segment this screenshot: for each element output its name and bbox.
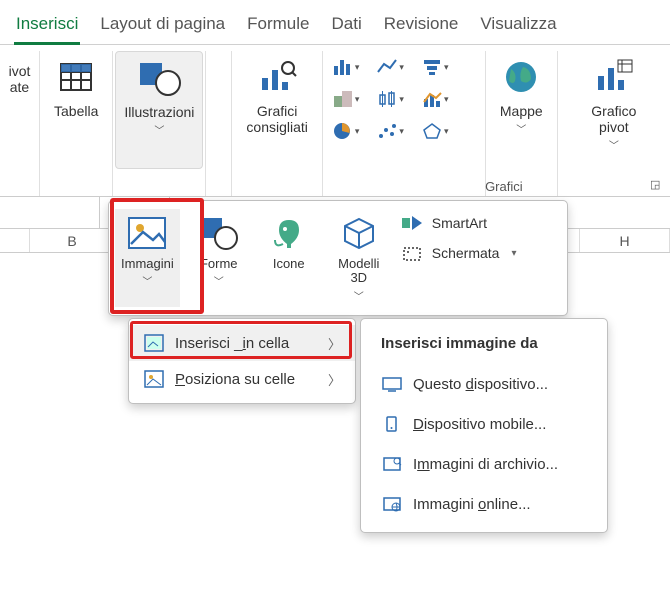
smartart-icon <box>400 213 424 233</box>
place-over-cells-icon <box>143 369 165 389</box>
col-header[interactable]: B <box>30 229 115 252</box>
globe-icon <box>501 57 541 97</box>
pictures-icon <box>127 213 167 253</box>
pivot-chart-icon <box>594 57 634 97</box>
shapes-icon <box>199 213 239 253</box>
tab-inserisci[interactable]: Inserisci <box>14 10 80 44</box>
dialog-launcher-icon[interactable]: ◲ <box>650 178 664 192</box>
icone-button[interactable]: Icone <box>258 209 320 307</box>
grafici-consigliati-button[interactable]: Grafici consigliati <box>238 51 315 139</box>
submenu-title: Inserisci immagine da <box>365 331 603 364</box>
ribbon-tabs: Inserisci Layout di pagina Formule Dati … <box>0 0 670 45</box>
group-spacer <box>206 51 232 196</box>
group-grafico-pivot: Grafico pivot ﹀ Grafici ◲ <box>558 51 670 196</box>
chart-line-button[interactable]: ▾ <box>373 55 408 79</box>
group-mappe: Mappe ﹀ <box>486 51 558 196</box>
immagini-archivio-item[interactable]: Immagini di archivio... <box>365 444 603 484</box>
row-col-corner[interactable] <box>0 229 30 252</box>
stock-images-icon <box>381 454 403 474</box>
device-icon <box>381 374 403 394</box>
group-label-grafici: Grafici <box>338 179 670 194</box>
chart-funnel-button[interactable]: ▾ <box>418 55 453 79</box>
scatter-chart-icon <box>377 121 397 141</box>
chevron-down-icon: ﹀ <box>214 273 224 288</box>
radar-chart-icon <box>422 121 442 141</box>
illustrazioni-button[interactable]: Illustrazioni ﹀ <box>115 51 203 169</box>
boxplot-icon <box>377 89 397 109</box>
grafico-pivot-button[interactable]: Grafico pivot ﹀ <box>583 51 644 156</box>
chevron-down-icon: ﹀ <box>354 288 364 303</box>
immagini-menu: Inserisci _in cella 〉 Posiziona su celle… <box>128 318 356 404</box>
chart-hierarchy-button[interactable]: ▾ <box>329 87 364 111</box>
chart-scatter-button[interactable]: ▾ <box>373 119 408 143</box>
smartart-button[interactable]: SmartArt <box>400 213 517 233</box>
submenu-arrow-icon: 〉 <box>328 370 341 389</box>
tab-revisione[interactable]: Revisione <box>382 10 461 44</box>
posiziona-su-celle-item[interactable]: Posiziona su celle 〉 <box>129 361 355 397</box>
column-chart-icon <box>333 57 353 77</box>
chart-pie-button[interactable]: ▾ <box>329 119 364 143</box>
screenshot-icon <box>400 243 424 263</box>
combo-chart-icon <box>422 89 442 109</box>
tab-formule[interactable]: Formule <box>245 10 311 44</box>
chart-column-button[interactable]: ▾ <box>329 55 364 79</box>
place-in-cell-icon <box>143 333 165 353</box>
immagini-online-item[interactable]: Immagini online... <box>365 484 603 524</box>
dispositivo-mobile-item[interactable]: Dispositivo mobile... <box>365 404 603 444</box>
chevron-down-icon: ﹀ <box>142 273 152 288</box>
submenu-arrow-icon: 〉 <box>328 334 341 353</box>
tab-dati[interactable]: Dati <box>330 10 364 44</box>
chart-combo-button[interactable]: ▾ <box>418 87 453 111</box>
schermata-button[interactable]: Schermata▾ <box>400 243 517 263</box>
immagini-button[interactable]: Immagini ﹀ <box>115 209 180 307</box>
name-box[interactable] <box>0 197 100 228</box>
tab-visualizza[interactable]: Visualizza <box>478 10 558 44</box>
online-images-icon <box>381 494 403 514</box>
inserisci-in-cella-item[interactable]: Inserisci _in cella 〉 <box>129 325 355 361</box>
cube-3d-icon <box>339 213 379 253</box>
chart-surface-button[interactable]: ▾ <box>418 119 453 143</box>
inserisci-immagine-da-menu: Inserisci immagine da Questo dispositivo… <box>360 318 608 533</box>
funnel-chart-icon <box>422 57 442 77</box>
ribbon: ivot ate Tabella Illustrazioni ﹀ Grafici… <box>0 45 670 197</box>
icons-icon <box>269 213 309 253</box>
modelli-3d-button[interactable]: Modelli 3D ﹀ <box>328 209 390 307</box>
group-grafici-cons: Grafici consigliati <box>232 51 322 196</box>
chevron-down-icon: ﹀ <box>516 121 526 136</box>
pie-chart-icon <box>333 121 353 141</box>
chart-stat-button[interactable]: ▾ <box>373 87 408 111</box>
group-pivot-partial: ivot ate <box>0 51 40 196</box>
shapes-icon <box>139 58 179 98</box>
group-tabella: Tabella <box>40 51 113 196</box>
forme-button[interactable]: Forme ﹀ <box>188 209 250 307</box>
group-chart-types: ▾ ▾ ▾ ▾ ▾ ▾ ▾ ▾ ▾ <box>323 51 486 196</box>
tab-layout[interactable]: Layout di pagina <box>98 10 227 44</box>
group-illustrazioni: Illustrazioni ﹀ <box>113 51 206 196</box>
chevron-down-icon: ﹀ <box>154 122 164 137</box>
questo-dispositivo-item[interactable]: Questo dispositivo... <box>365 364 603 404</box>
hierarchy-chart-icon <box>333 89 353 109</box>
chevron-down-icon: ﹀ <box>609 137 619 152</box>
illustrazioni-dropdown: Immagini ﹀ Forme ﹀ Icone Modelli 3D ﹀ Sm… <box>108 200 568 316</box>
line-chart-icon <box>377 57 397 77</box>
col-header[interactable]: H <box>580 229 670 252</box>
mobile-icon <box>381 414 403 434</box>
mappe-button[interactable]: Mappe ﹀ <box>492 51 551 140</box>
table-icon <box>56 57 96 97</box>
illus-side-items: SmartArt Schermata▾ <box>398 209 519 307</box>
recommended-charts-icon <box>257 57 297 97</box>
tabella-button[interactable]: Tabella <box>46 51 106 123</box>
